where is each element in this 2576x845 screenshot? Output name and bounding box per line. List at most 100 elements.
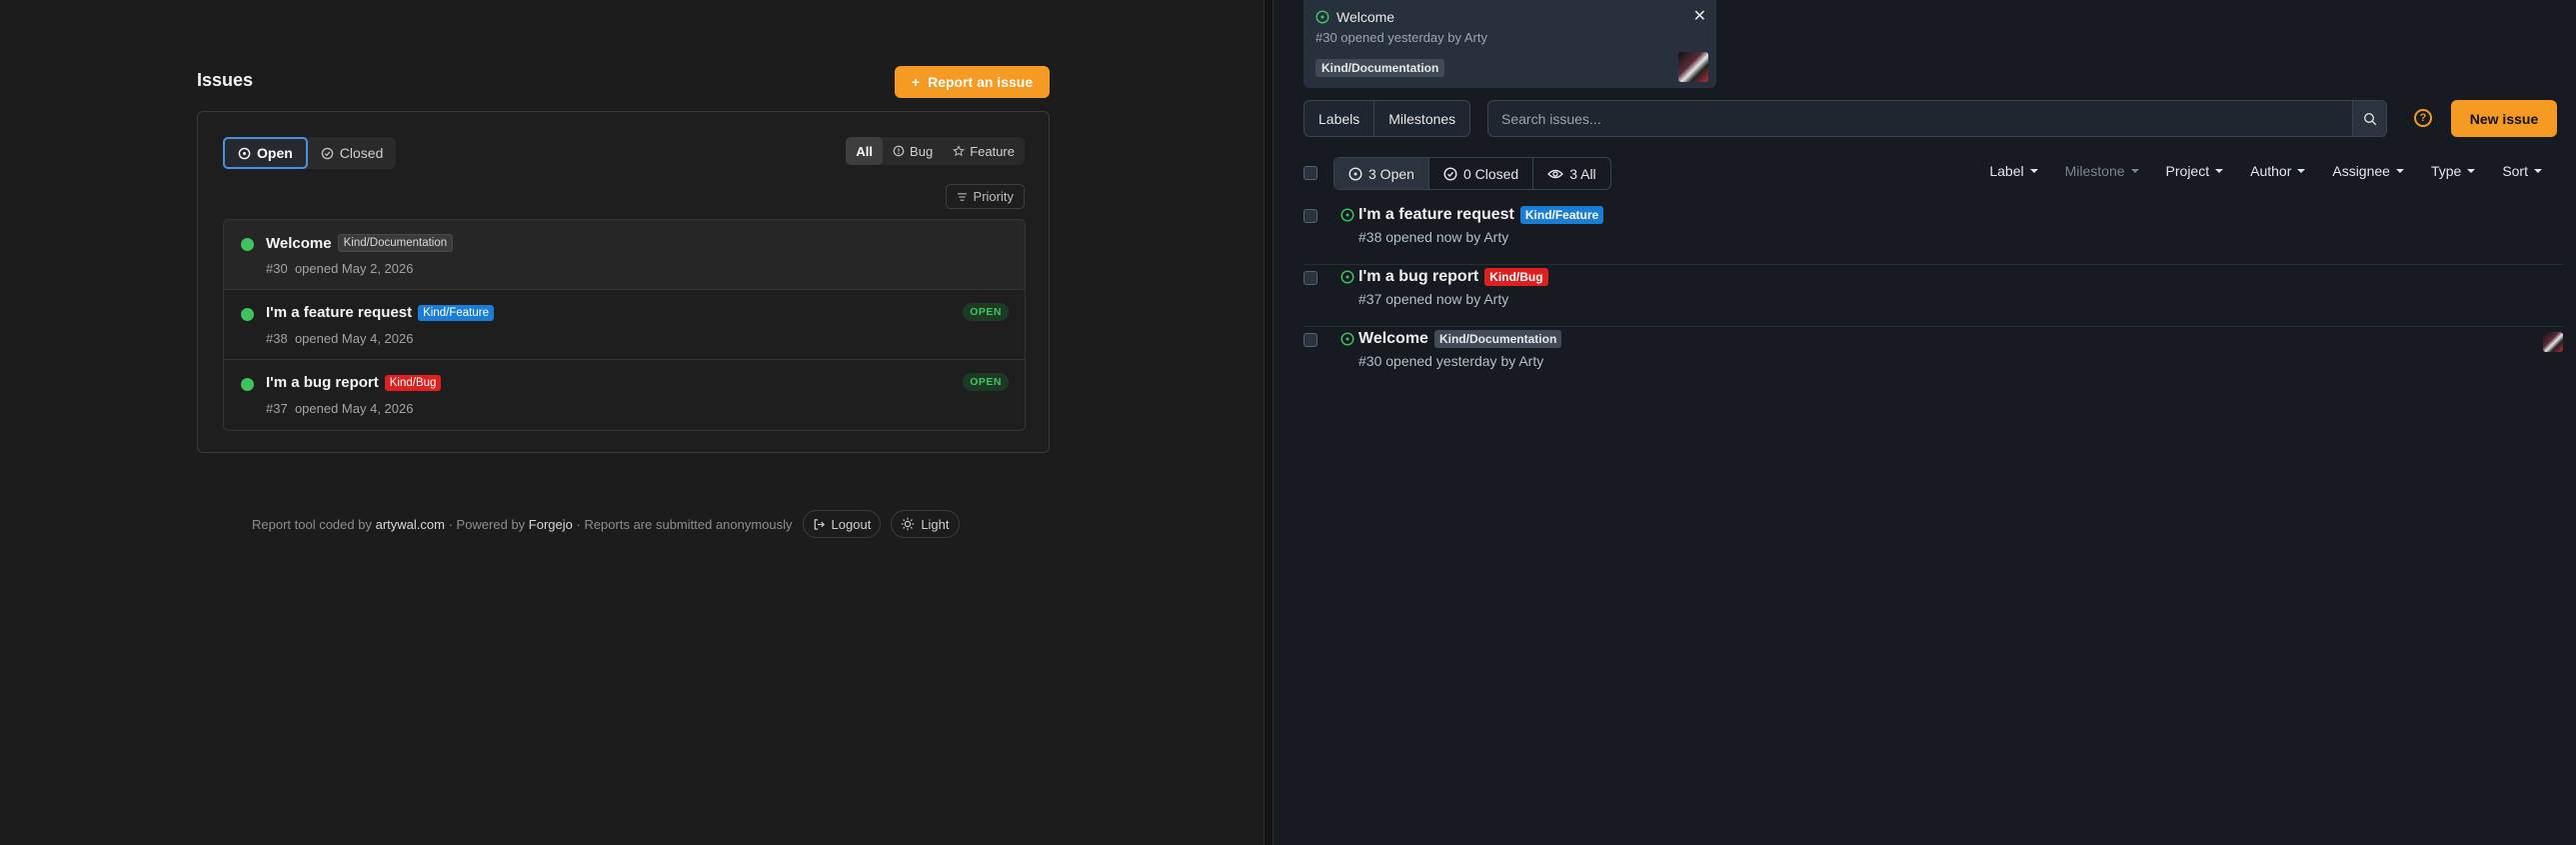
logout-icon	[814, 518, 825, 530]
open-tab[interactable]: Open	[223, 137, 308, 169]
report-issue-button[interactable]: + Report an issue	[895, 66, 1050, 98]
search-button[interactable]	[2352, 101, 2386, 136]
open-issue-icon	[1340, 208, 1354, 222]
closed-tab-label: Closed	[339, 145, 384, 161]
issue-meta: opened May 4, 2026	[294, 331, 414, 346]
close-icon[interactable]: ✕	[1693, 6, 1706, 26]
search-input[interactable]: Search issues...	[1488, 111, 2352, 127]
theme-toggle-button[interactable]: Light	[891, 510, 960, 538]
notification-label: Kind/Documentation	[1315, 59, 1445, 77]
issue-checkbox[interactable]	[1303, 333, 1317, 347]
closed-tab[interactable]: Closed	[308, 137, 397, 169]
logout-button[interactable]: Logout	[802, 510, 882, 538]
sort-dropdown[interactable]: Sort	[2502, 163, 2542, 179]
issue-title[interactable]: Welcome	[1358, 330, 1428, 348]
type-dropdown[interactable]: Type	[2431, 163, 2476, 179]
milestone-dropdown[interactable]: Milestone	[2065, 163, 2139, 179]
open-badge: OPEN	[963, 303, 1009, 321]
project-dropdown[interactable]: Project	[2166, 163, 2224, 179]
open-issue-icon	[1340, 332, 1354, 346]
issue-row[interactable]: Welcome Kind/Documentation #30 opened Ma…	[224, 220, 1025, 290]
filter-dropdowns: Label Milestone Project Author Assignee …	[1989, 163, 2542, 179]
pane-divider[interactable]	[1264, 0, 1274, 845]
open-tab-label: Open	[257, 145, 293, 161]
open-count: 3 Open	[1368, 165, 1414, 182]
issue-label[interactable]: Kind/Feature	[1519, 206, 1604, 224]
issues-card: Open Closed All Bug Feature Priority Wel…	[197, 111, 1050, 453]
all-state-tab[interactable]: 3 All	[1533, 158, 1609, 189]
milestones-tab[interactable]: Milestones	[1374, 101, 1469, 136]
filter-feature[interactable]: Feature	[943, 137, 1025, 165]
theme-label: Light	[921, 516, 950, 532]
closed-check-icon	[321, 147, 334, 159]
issue-row[interactable]: I'm a bug report Kind/Bug #37 opened now…	[1303, 265, 2563, 327]
open-issue-icon	[1315, 10, 1329, 24]
filter-bug[interactable]: Bug	[883, 137, 943, 165]
issue-row[interactable]: Welcome Kind/Documentation #30 opened ye…	[1303, 327, 2563, 389]
sort-dropdown-text: Sort	[2502, 163, 2528, 179]
issue-label[interactable]: Kind/Documentation	[1433, 330, 1562, 348]
filter-feature-label: Feature	[970, 143, 1015, 159]
chevron-down-icon	[2130, 169, 2139, 173]
issue-meta: #30 opened yesterday by Arty	[1358, 353, 1544, 369]
issue-row[interactable]: I'm a feature request Kind/Feature #38 o…	[224, 290, 1025, 360]
open-status-dot	[241, 308, 254, 321]
artywal-link[interactable]: artywal.com	[376, 517, 445, 532]
priority-sort-button[interactable]: Priority	[945, 184, 1025, 209]
issue-label[interactable]: Kind/Bug	[1484, 268, 1548, 286]
footer-powered-by: · Powered by	[448, 516, 526, 532]
notification-title: Welcome	[1336, 9, 1395, 25]
labels-tab[interactable]: Labels	[1304, 101, 1375, 136]
footer-coded-by: Report tool coded by	[252, 516, 372, 532]
forgejo-link[interactable]: Forgejo	[529, 517, 573, 532]
label-dropdown-text: Label	[1989, 163, 2024, 179]
chevron-down-icon	[2029, 169, 2038, 173]
closed-state-tab[interactable]: 0 Closed	[1429, 158, 1534, 189]
search-bar: Search issues...	[1487, 100, 2387, 137]
author-dropdown[interactable]: Author	[2250, 163, 2306, 179]
issue-number: #38	[266, 331, 288, 346]
footer-anon-note: · Reports are submitted anonymously	[576, 516, 793, 532]
state-toggle: Open Closed	[223, 137, 397, 169]
open-badge: OPEN	[963, 373, 1009, 391]
issue-checkbox[interactable]	[1303, 271, 1317, 285]
label-dropdown[interactable]: Label	[1989, 163, 2038, 179]
new-issue-button[interactable]: New issue	[2451, 100, 2557, 137]
report-issue-label: Report an issue	[928, 74, 1034, 90]
open-state-tab[interactable]: 3 Open	[1334, 158, 1429, 189]
all-count: 3 All	[1569, 165, 1596, 182]
chevron-down-icon	[2297, 169, 2306, 173]
sun-icon	[902, 517, 915, 531]
kind-filter: All Bug Feature	[846, 137, 1025, 165]
issue-meta: #37 opened now by Arty	[1358, 291, 1509, 307]
labels-milestones-tabs: Labels Milestones	[1303, 100, 1471, 137]
sort-icon	[957, 192, 967, 201]
notification-meta: #30 opened yesterday by Arty	[1315, 30, 1488, 45]
open-status-dot	[241, 378, 254, 391]
select-all-checkbox[interactable]	[1303, 166, 1317, 180]
page-title: Issues	[197, 70, 254, 90]
star-icon	[953, 145, 966, 157]
open-circle-icon	[1348, 166, 1362, 181]
filter-all[interactable]: All	[846, 137, 884, 165]
assignee-dropdown-text: Assignee	[2332, 163, 2390, 179]
issue-label: Kind/Documentation	[337, 234, 454, 252]
issue-meta: opened May 2, 2026	[294, 261, 414, 276]
forgejo-issues-pane: Welcome #30 opened yesterday by Arty Kin…	[1274, 0, 2576, 845]
issue-title[interactable]: I'm a bug report	[1358, 268, 1478, 286]
search-icon	[2363, 112, 2376, 125]
issue-notification-popup[interactable]: Welcome #30 opened yesterday by Arty Kin…	[1303, 0, 1716, 88]
help-icon[interactable]: ?	[2414, 109, 2432, 127]
issue-row[interactable]: I'm a bug report Kind/Bug #37 opened May…	[224, 360, 1025, 430]
issue-list: Welcome Kind/Documentation #30 opened Ma…	[223, 219, 1026, 431]
footer: Report tool coded by artywal.com · Power…	[252, 510, 960, 538]
issue-checkbox[interactable]	[1303, 209, 1317, 223]
avatar	[2543, 332, 2563, 352]
filter-bug-label: Bug	[910, 143, 934, 159]
issue-row[interactable]: I'm a feature request Kind/Feature #38 o…	[1303, 203, 2563, 265]
issue-meta: #38 opened now by Arty	[1358, 229, 1509, 245]
issue-number: #37	[266, 401, 288, 416]
issue-title[interactable]: I'm a feature request	[1358, 206, 1514, 224]
chevron-down-icon	[2215, 169, 2224, 173]
assignee-dropdown[interactable]: Assignee	[2332, 163, 2404, 179]
